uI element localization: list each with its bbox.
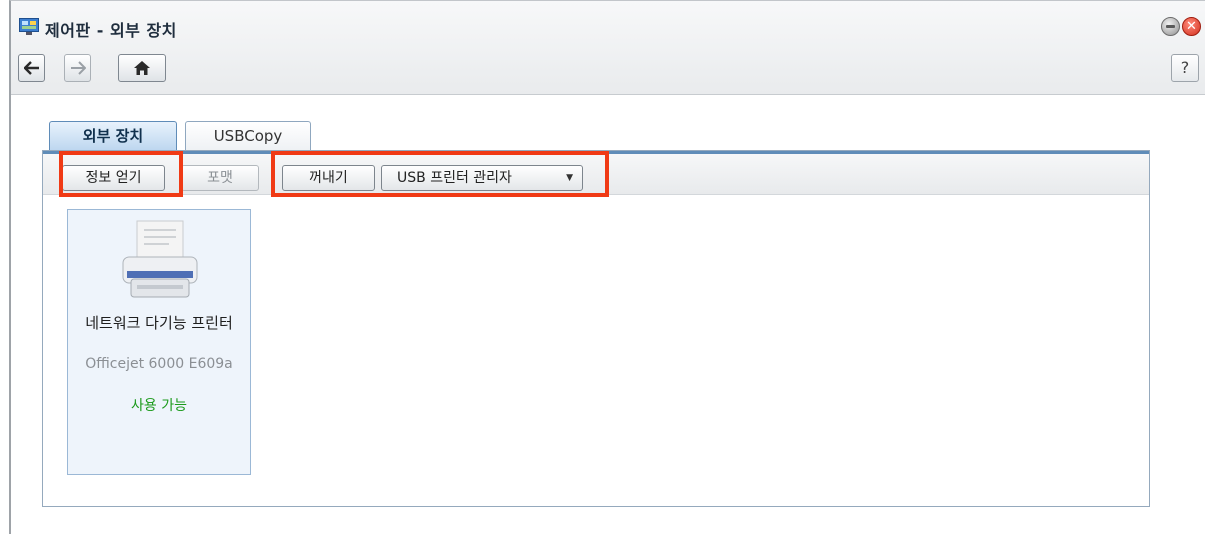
home-icon bbox=[134, 61, 150, 75]
close-icon[interactable]: ✕ bbox=[1182, 17, 1201, 36]
window-title: 제어판 - 외부 장치 bbox=[45, 21, 177, 40]
printer-icon bbox=[122, 220, 198, 298]
highlight-box-eject-usb-printer bbox=[271, 151, 609, 197]
device-status: 사용 가능 bbox=[131, 398, 187, 414]
minimize-icon[interactable] bbox=[1161, 17, 1180, 36]
help-button[interactable]: ? bbox=[1171, 54, 1199, 82]
forward-button[interactable] bbox=[64, 54, 91, 82]
device-card[interactable]: 네트워크 다기능 프린터 Officejet 6000 E609a 사용 가능 bbox=[67, 209, 251, 475]
home-button[interactable] bbox=[118, 54, 166, 82]
device-name: 네트워크 다기능 프린터 bbox=[85, 314, 233, 332]
back-button[interactable] bbox=[18, 54, 45, 82]
title-bar: 제어판 - 외부 장치 ✕ ? bbox=[11, 1, 1205, 95]
tab-external-devices[interactable]: 외부 장치 bbox=[49, 121, 177, 151]
arrow-left-icon bbox=[22, 61, 39, 75]
format-button[interactable]: 포맷 bbox=[181, 165, 259, 191]
highlight-box-get-info bbox=[59, 151, 183, 197]
device-model: Officejet 6000 E609a bbox=[85, 356, 233, 372]
control-panel-icon bbox=[19, 18, 39, 35]
tab-usbcopy[interactable]: USBCopy bbox=[185, 121, 311, 151]
arrow-right-icon bbox=[70, 61, 86, 75]
